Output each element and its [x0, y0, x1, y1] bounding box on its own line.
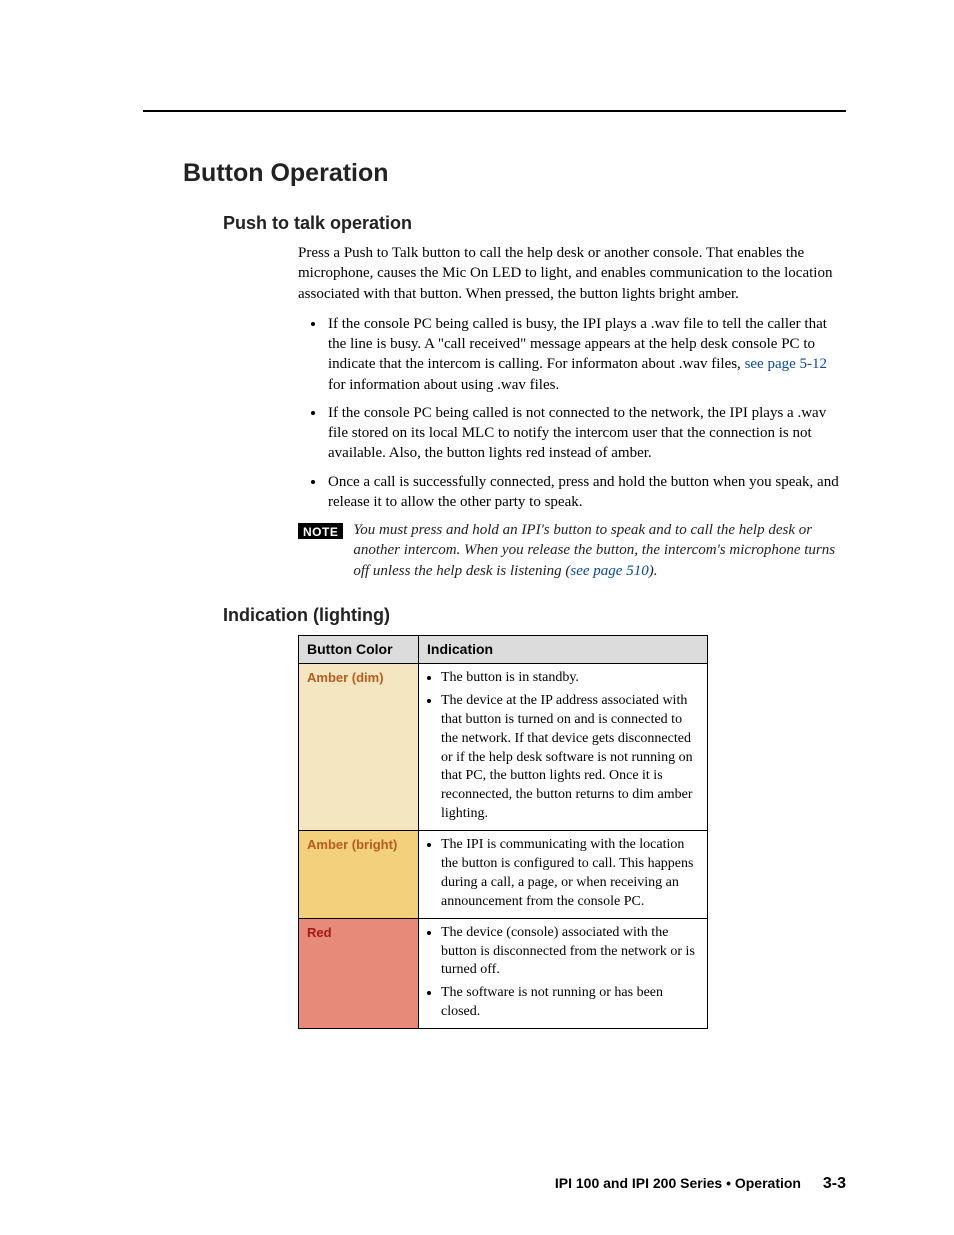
- bullet-text-pre: If the console PC being called is not co…: [328, 405, 826, 462]
- indication-table-wrap: Button Color Indication Amber (dim) The …: [298, 635, 846, 1029]
- header-rule: [143, 110, 846, 112]
- cell-list: The IPI is communicating with the locati…: [427, 836, 699, 912]
- cell-point: The device (console) associated with the…: [441, 924, 699, 981]
- table-row: Amber (dim) The button is in standby. Th…: [299, 663, 708, 830]
- indication-table: Button Color Indication Amber (dim) The …: [298, 635, 708, 1029]
- table-row: Red The device (console) associated with…: [299, 918, 708, 1028]
- footer-text: IPI 100 and IPI 200 Series • Operation: [555, 1175, 801, 1191]
- indication-cell: The IPI is communicating with the locati…: [419, 831, 708, 919]
- heading-indication: Indication (lighting): [223, 603, 846, 627]
- table-header-row: Button Color Indication: [299, 636, 708, 664]
- note-text: You must press and hold an IPI's button …: [353, 520, 846, 581]
- cell-point: The software is not running or has been …: [441, 984, 699, 1022]
- intro-text: Press a Push to Talk button to call the …: [298, 243, 846, 304]
- bullet-item: If the console PC being called is busy, …: [326, 314, 846, 395]
- bullet-text-post: for information about using .wav files.: [328, 377, 559, 393]
- indication-cell: The device (console) associated with the…: [419, 918, 708, 1028]
- bullet-item: If the console PC being called is not co…: [326, 403, 846, 464]
- page-link[interactable]: see page 510: [570, 563, 648, 579]
- cell-point: The button is in standby.: [441, 669, 699, 688]
- color-cell-amber-dim: Amber (dim): [299, 663, 419, 830]
- page-link[interactable]: see page 5-12: [745, 356, 827, 372]
- col-header-indication: Indication: [419, 636, 708, 664]
- indication-cell: The button is in standby. The device at …: [419, 663, 708, 830]
- note-post: ).: [649, 563, 658, 579]
- cell-point: The IPI is communicating with the locati…: [441, 836, 699, 912]
- heading-1: Button Operation: [183, 157, 846, 191]
- note-badge: NOTE: [298, 523, 343, 539]
- cell-point: The device at the IP address associated …: [441, 692, 699, 824]
- page-content: Button Operation Push to talk operation …: [0, 0, 954, 1089]
- bullet-text-pre: Once a call is successfully connected, p…: [328, 474, 839, 510]
- cell-list: The button is in standby. The device at …: [427, 669, 699, 824]
- bullet-item: Once a call is successfully connected, p…: [326, 472, 846, 513]
- color-cell-amber-bright: Amber (bright): [299, 831, 419, 919]
- cell-list: The device (console) associated with the…: [427, 924, 699, 1022]
- page-number: 3-3: [823, 1175, 846, 1192]
- note-block: NOTE You must press and hold an IPI's bu…: [298, 520, 846, 581]
- table-row: Amber (bright) The IPI is communicating …: [299, 831, 708, 919]
- heading-push-to-talk: Push to talk operation: [223, 211, 846, 235]
- spacer: [108, 581, 846, 603]
- page-footer: IPI 100 and IPI 200 Series • Operation 3…: [555, 1173, 846, 1195]
- color-cell-red: Red: [299, 918, 419, 1028]
- col-header-color: Button Color: [299, 636, 419, 664]
- intro-paragraph: Press a Push to Talk button to call the …: [298, 243, 846, 304]
- bullet-list: If the console PC being called is busy, …: [326, 314, 846, 512]
